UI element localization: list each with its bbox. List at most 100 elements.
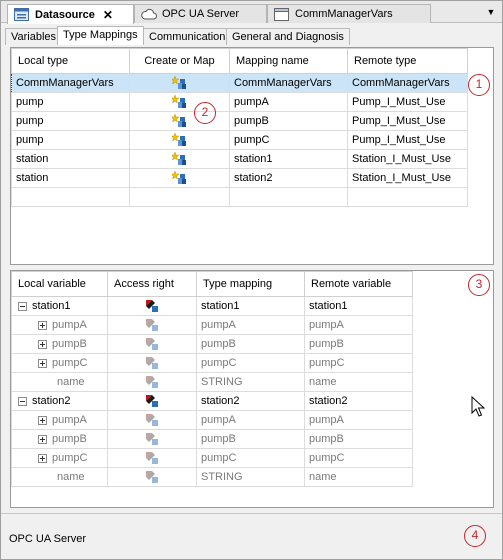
type-mapping-cell[interactable]: station1 [196, 296, 305, 316]
access-right-icon[interactable] [145, 395, 159, 407]
column-header-local-type[interactable]: Local type [11, 48, 130, 74]
type-mapping-cell[interactable]: pumpB [196, 429, 305, 449]
local-type-cell[interactable]: pump [11, 92, 130, 112]
create-or-map-cell[interactable] [129, 149, 230, 169]
remote-variable-cell[interactable]: pumpC [304, 448, 413, 468]
variable-row[interactable]: pumpC pumpC pumpC [11, 353, 413, 373]
remote-variable-cell[interactable]: pumpB [304, 429, 413, 449]
access-right-cell[interactable] [107, 467, 197, 487]
tab-communication[interactable]: Communication [143, 28, 232, 45]
collapse-icon[interactable] [18, 301, 27, 311]
type-mapping-row[interactable]: station station1 Station_I_Must_Use [11, 149, 468, 169]
access-right-icon[interactable] [145, 319, 159, 331]
close-icon[interactable]: ✕ [103, 8, 113, 22]
local-variable-cell[interactable]: station1 [11, 296, 108, 316]
local-variable-cell[interactable]: pumpC [11, 448, 108, 468]
remote-variable-cell[interactable]: name [304, 467, 413, 487]
type-mapping-row[interactable]: CommManagerVars CommManagerVars CommManage… [11, 73, 468, 93]
variable-row[interactable]: name STRING name [11, 467, 413, 487]
type-mapping-row[interactable]: pump pumpC Pump_I_Must_Use [11, 130, 468, 150]
tab-list-dropdown[interactable]: ▼ [485, 7, 497, 17]
remote-type-cell[interactable]: Station_I_Must_Use [347, 149, 468, 169]
access-right-cell[interactable] [107, 353, 197, 373]
variable-row[interactable]: pumpA pumpA pumpA [11, 315, 413, 335]
column-header-remote-variable[interactable]: Remote variable [304, 271, 413, 297]
access-right-icon[interactable] [145, 338, 159, 350]
tab-commmanagervars[interactable]: CommManagerVars [267, 4, 431, 23]
variable-row[interactable]: pumpA pumpA pumpA [11, 410, 413, 430]
column-header-access-right[interactable]: Access right [107, 271, 197, 297]
access-right-icon[interactable] [145, 357, 159, 369]
local-type-cell[interactable]: station [11, 168, 130, 188]
tab-general-and-diagnosis[interactable]: General and Diagnosis [226, 28, 350, 45]
access-right-cell[interactable] [107, 315, 197, 335]
access-right-icon[interactable] [145, 471, 159, 483]
local-type-cell[interactable]: CommManagerVars [11, 73, 130, 93]
variable-row[interactable]: name STRING name [11, 372, 413, 392]
access-right-cell[interactable] [107, 296, 197, 316]
remote-variable-cell[interactable]: pumpB [304, 334, 413, 354]
remote-type-cell[interactable]: CommManagerVars [347, 73, 468, 93]
type-mapping-cell[interactable]: STRING [196, 467, 305, 487]
remote-variable-cell[interactable]: station2 [304, 391, 413, 411]
local-type-cell[interactable]: pump [11, 111, 130, 131]
local-type-cell[interactable]: station [11, 149, 130, 169]
variable-row[interactable]: station1 station1 station1 [11, 296, 413, 316]
column-header-remote-type[interactable]: Remote type [347, 48, 468, 74]
tab-datasource[interactable]: Datasource ✕ [7, 4, 134, 24]
tab-type-mappings[interactable]: Type Mappings [57, 26, 144, 45]
type-mapping-cell[interactable]: pumpA [196, 315, 305, 335]
type-mapping-cell[interactable]: STRING [196, 372, 305, 392]
remote-type-cell[interactable]: Station_I_Must_Use [347, 168, 468, 188]
expand-icon[interactable] [38, 434, 47, 444]
column-header-local-variable[interactable]: Local variable [11, 271, 108, 297]
collapse-icon[interactable] [18, 396, 27, 406]
access-right-cell[interactable] [107, 334, 197, 354]
create-map-icon[interactable] [171, 132, 188, 146]
create-or-map-cell[interactable] [129, 130, 230, 150]
access-right-icon[interactable] [145, 433, 159, 445]
access-right-icon[interactable] [145, 376, 159, 388]
local-variable-cell[interactable]: pumpB [11, 334, 108, 354]
local-variable-cell[interactable]: pumpC [11, 353, 108, 373]
column-header-create-or-map[interactable]: Create or Map [129, 48, 230, 74]
remote-type-cell[interactable]: Pump_I_Must_Use [347, 92, 468, 112]
local-type-cell[interactable]: pump [11, 130, 130, 150]
type-mapping-cell[interactable]: pumpC [196, 353, 305, 373]
local-variable-cell[interactable]: station2 [11, 391, 108, 411]
type-mapping-row[interactable]: station station2 Station_I_Must_Use [11, 168, 468, 188]
expand-icon[interactable] [38, 453, 47, 463]
create-or-map-cell[interactable] [129, 73, 230, 93]
access-right-cell[interactable] [107, 410, 197, 430]
column-header-type-mapping[interactable]: Type mapping [196, 271, 305, 297]
type-mapping-cell[interactable]: pumpA [196, 410, 305, 430]
mapping-name-cell[interactable]: pumpC [229, 130, 348, 150]
variable-row[interactable]: pumpC pumpC pumpC [11, 448, 413, 468]
create-map-icon[interactable] [171, 113, 188, 127]
access-right-icon[interactable] [145, 452, 159, 464]
create-map-icon[interactable] [171, 151, 188, 165]
tab-opc-ua-server[interactable]: OPC UA Server [134, 4, 267, 23]
mapping-name-cell[interactable]: station1 [229, 149, 348, 169]
mapping-name-cell[interactable]: station2 [229, 168, 348, 188]
create-or-map-cell[interactable] [129, 168, 230, 188]
access-right-icon[interactable] [145, 300, 159, 312]
expand-icon[interactable] [38, 358, 47, 368]
local-variable-cell[interactable]: name [11, 372, 108, 392]
access-right-cell[interactable] [107, 429, 197, 449]
access-right-cell[interactable] [107, 391, 197, 411]
remote-variable-cell[interactable]: pumpC [304, 353, 413, 373]
remote-type-cell[interactable]: Pump_I_Must_Use [347, 111, 468, 131]
create-map-icon[interactable] [171, 75, 188, 89]
create-map-icon[interactable] [171, 170, 188, 184]
remote-variable-cell[interactable]: pumpA [304, 315, 413, 335]
type-mapping-row[interactable]: pump pumpA Pump_I_Must_Use [11, 92, 468, 112]
variable-row[interactable]: pumpB pumpB pumpB [11, 334, 413, 354]
mapping-name-cell[interactable]: pumpA [229, 92, 348, 112]
remote-variable-cell[interactable]: name [304, 372, 413, 392]
local-variable-cell[interactable]: name [11, 467, 108, 487]
variable-row[interactable]: station2 station2 station2 [11, 391, 413, 411]
expand-icon[interactable] [38, 339, 47, 349]
tab-variables[interactable]: Variables [5, 28, 63, 45]
column-header-mapping-name[interactable]: Mapping name [229, 48, 348, 74]
